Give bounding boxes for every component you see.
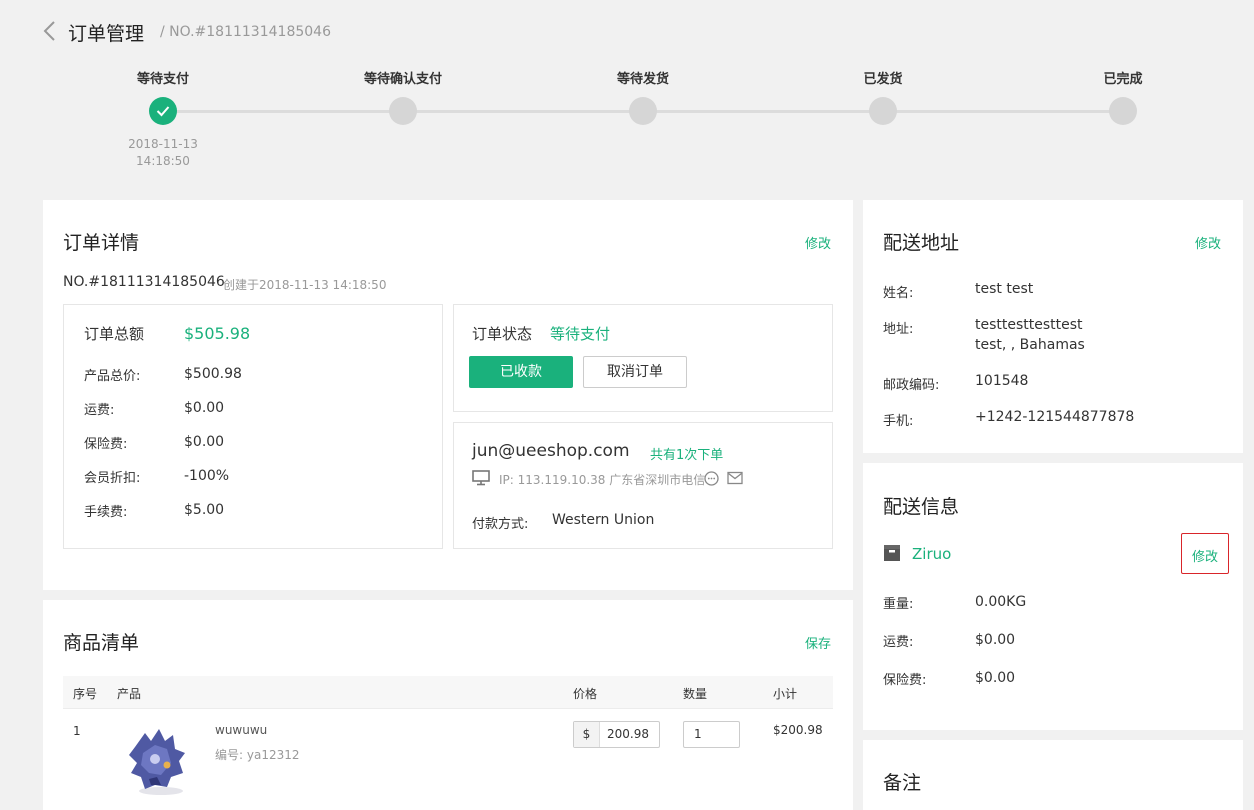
order-details-title: 订单详情 xyxy=(63,232,140,254)
shipping-freight-value: $0.00 xyxy=(975,632,1016,648)
phone-label: 手机: xyxy=(883,414,914,429)
back-arrow-icon[interactable] xyxy=(40,20,58,42)
product-total-label: 产品总价: xyxy=(84,369,141,384)
product-sku: 编号: ya12312 xyxy=(215,748,300,762)
quantity-input[interactable]: 1 xyxy=(683,721,740,748)
order-created-time: 创建于2018-11-13 14:18:50 xyxy=(223,278,387,292)
table-row: 1 wuwuwu 编号: ya12312 $ 200.98 1 $200.98 xyxy=(63,709,833,810)
computer-icon xyxy=(472,470,490,486)
currency-prefix: $ xyxy=(574,722,600,747)
notes-title: 备注 xyxy=(883,772,922,794)
step-dot-completed xyxy=(1109,97,1137,125)
column-header-price: 价格 xyxy=(573,687,598,701)
address-line-1: testtesttesttest xyxy=(975,317,1083,333)
shipping-info-title: 配送信息 xyxy=(883,496,960,518)
product-total-value: $500.98 xyxy=(184,366,242,382)
check-icon xyxy=(156,106,170,117)
shipping-freight-label: 运费: xyxy=(883,635,914,650)
freight-label: 运费: xyxy=(84,403,115,418)
shipping-info-edit-button[interactable]: 修改 xyxy=(1181,533,1229,574)
handling-fee-label: 手续费: xyxy=(84,505,128,520)
order-total-value: $505.98 xyxy=(184,324,251,343)
products-title: 商品清单 xyxy=(63,632,140,654)
order-details-edit-link[interactable]: 修改 xyxy=(805,233,831,252)
mark-received-button[interactable]: 已收款 xyxy=(469,356,573,388)
name-value: test test xyxy=(975,281,1034,297)
shipping-insurance-label: 保险费: xyxy=(883,673,927,688)
handling-fee-value: $5.00 xyxy=(184,502,225,518)
step-timestamp: 2018-11-13 14:18:50 xyxy=(128,136,198,170)
insurance-label: 保险费: xyxy=(84,437,128,452)
mail-icon[interactable] xyxy=(727,471,743,485)
shipping-insurance-value: $0.00 xyxy=(975,670,1016,686)
step-label-confirm-payment: 等待确认支付 xyxy=(363,72,443,87)
order-status-label: 订单状态 xyxy=(472,325,533,343)
phone-value: +1242-121544877878 xyxy=(975,409,1135,425)
step-label-shipped: 已发货 xyxy=(863,72,903,87)
step-dot-pending-payment xyxy=(149,97,177,125)
customer-email: jun@ueeshop.com xyxy=(472,441,630,461)
chat-icon[interactable] xyxy=(704,471,719,486)
step-dot-shipped xyxy=(869,97,897,125)
step-date: 2018-11-13 xyxy=(128,137,198,151)
address-label: 地址: xyxy=(883,322,914,337)
product-name[interactable]: wuwuwu xyxy=(215,723,267,737)
order-status-value: 等待支付 xyxy=(550,325,611,343)
zip-value: 101548 xyxy=(975,373,1029,389)
step-dot-confirm-payment xyxy=(389,97,417,125)
weight-value: 0.00KG xyxy=(975,594,1027,610)
order-number: / NO.#18111314185046 xyxy=(160,24,331,40)
payment-method-value: Western Union xyxy=(552,512,655,528)
row-index: 1 xyxy=(73,724,81,738)
products-save-link[interactable]: 保存 xyxy=(805,633,831,652)
customer-ip-info: IP: 113.119.10.38 广东省深圳市电信 xyxy=(499,473,706,487)
column-header-index: 序号 xyxy=(73,687,98,701)
customer-order-count[interactable]: 共有1次下单 xyxy=(650,444,723,463)
product-thumbnail[interactable] xyxy=(121,719,199,797)
column-header-subtotal: 小计 xyxy=(773,687,798,701)
member-discount-label: 会员折扣: xyxy=(84,471,141,486)
order-details-number: NO.#18111314185046 xyxy=(63,274,225,290)
name-label: 姓名: xyxy=(883,286,914,301)
step-label-awaiting-shipment: 等待发货 xyxy=(616,72,670,87)
step-time: 14:18:50 xyxy=(136,154,190,168)
products-table-header: 序号 产品 价格 数量 小计 xyxy=(63,676,833,709)
column-header-product: 产品 xyxy=(117,687,142,701)
payment-method-label: 付款方式: xyxy=(472,517,529,532)
quantity-value: 1 xyxy=(694,727,702,741)
zip-label: 邮政编码: xyxy=(883,378,940,393)
weight-label: 重量: xyxy=(883,597,914,612)
step-label-pending-payment: 等待支付 xyxy=(136,72,190,87)
step-label-completed: 已完成 xyxy=(1103,72,1143,87)
shipping-address-title: 配送地址 xyxy=(883,232,960,254)
package-icon xyxy=(884,545,900,561)
order-total-label: 订单总额 xyxy=(84,325,145,343)
column-header-quantity: 数量 xyxy=(683,687,708,701)
price-value: 200.98 xyxy=(607,727,649,741)
step-dot-awaiting-shipment xyxy=(629,97,657,125)
freight-value: $0.00 xyxy=(184,400,225,416)
price-input[interactable]: $ 200.98 xyxy=(573,721,660,748)
shipping-info-edit-label: 修改 xyxy=(1191,550,1218,565)
carrier-name: Ziruo xyxy=(912,545,952,563)
page-title: 订单管理 xyxy=(68,23,145,45)
member-discount-value: -100% xyxy=(184,468,230,484)
insurance-value: $0.00 xyxy=(184,434,225,450)
address-line-2: test, , Bahamas xyxy=(975,337,1085,353)
cancel-order-button[interactable]: 取消订单 xyxy=(583,356,687,388)
row-subtotal: $200.98 xyxy=(773,723,823,737)
shipping-address-edit-link[interactable]: 修改 xyxy=(1195,233,1221,252)
